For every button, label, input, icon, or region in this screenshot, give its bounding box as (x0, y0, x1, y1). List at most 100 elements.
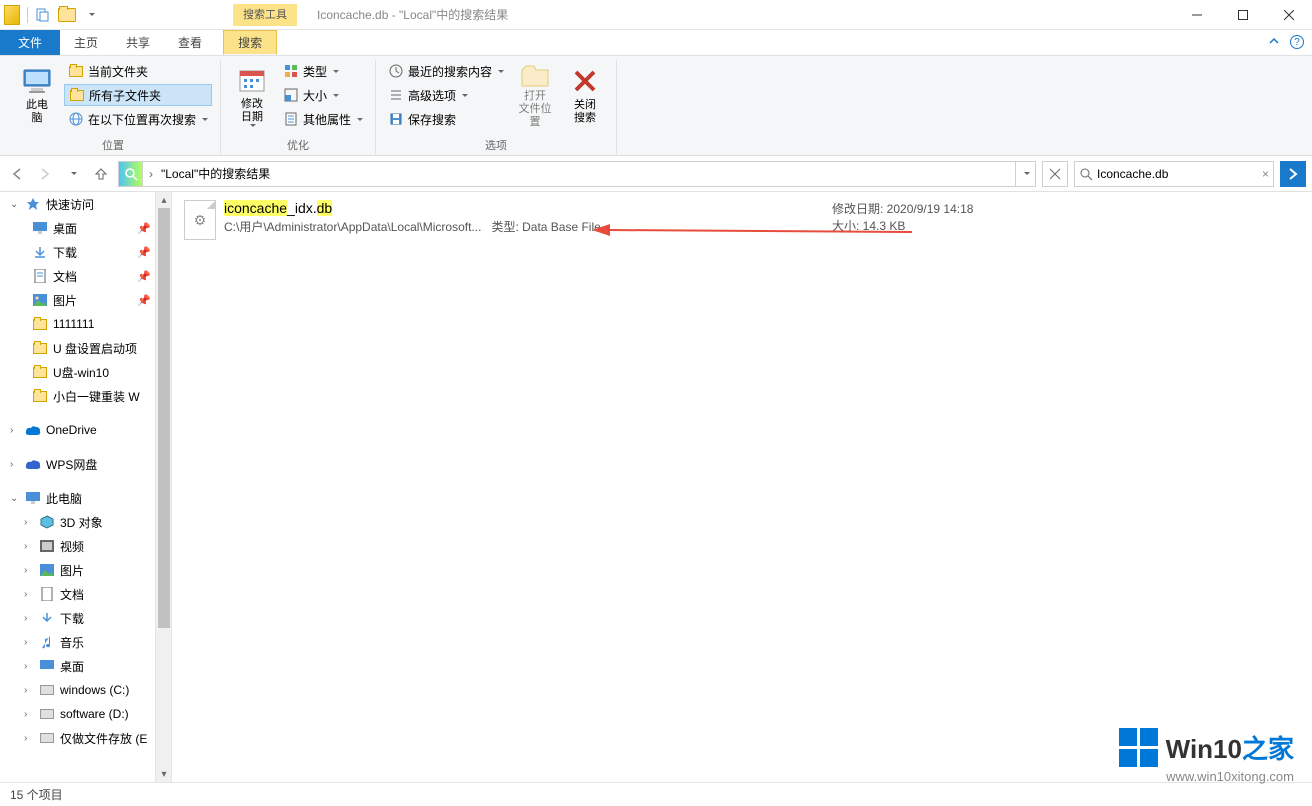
sidebar-desktop-2[interactable]: ›桌面 (0, 654, 171, 678)
sidebar-onedrive[interactable]: ›OneDrive (0, 418, 171, 442)
sidebar-folder-1[interactable]: 1111111 (0, 312, 171, 336)
sidebar-desktop[interactable]: 桌面📌 (0, 216, 171, 240)
globe-icon (68, 111, 84, 127)
search-go-button[interactable] (1280, 161, 1306, 187)
close-search-button[interactable]: 关闭 搜索 (562, 60, 608, 130)
save-icon (388, 111, 404, 127)
search-again-in-button[interactable]: 在以下位置再次搜索 (64, 108, 212, 130)
up-button[interactable] (90, 163, 112, 185)
minimize-button[interactable] (1174, 0, 1220, 30)
sidebar-downloads-2[interactable]: ›下载 (0, 606, 171, 630)
cube-icon (39, 514, 55, 530)
drive-icon (39, 706, 55, 722)
status-bar: 15 个项目 (0, 782, 1312, 806)
sidebar-documents-2[interactable]: ›文档 (0, 582, 171, 606)
scroll-down-icon[interactable]: ▾ (156, 766, 172, 782)
qat-customize-dropdown[interactable] (79, 3, 103, 27)
sidebar-documents[interactable]: 文档📌 (0, 264, 171, 288)
sidebar-drive-d[interactable]: ›software (D:) (0, 702, 171, 726)
folder-tree-icon (69, 87, 85, 103)
search-box[interactable]: × (1074, 161, 1274, 187)
help-icon[interactable]: ? (1290, 35, 1304, 49)
pin-icon: 📌 (137, 270, 151, 283)
type-button[interactable]: 类型 (279, 60, 367, 82)
qat-properties[interactable] (31, 3, 55, 27)
close-button[interactable] (1266, 0, 1312, 30)
sidebar-drive-c[interactable]: ›windows (C:) (0, 678, 171, 702)
all-subfolders-button[interactable]: 所有子文件夹 (64, 84, 212, 106)
music-icon (39, 634, 55, 650)
sidebar-folder-2[interactable]: U 盘设置启动项 (0, 336, 171, 360)
sidebar-videos[interactable]: ›视频 (0, 534, 171, 558)
sidebar-3d-objects[interactable]: ›3D 对象 (0, 510, 171, 534)
address-dropdown-button[interactable] (1015, 162, 1035, 186)
size-button[interactable]: 大小 (279, 84, 367, 106)
document-icon (39, 586, 55, 602)
address-bar[interactable]: › "Local"中的搜索结果 (118, 161, 1036, 187)
picture-icon (32, 292, 48, 308)
clock-icon (388, 63, 404, 79)
calendar-icon (236, 64, 268, 96)
properties-icon (283, 111, 299, 127)
advanced-options-button[interactable]: 高级选项 (384, 84, 508, 106)
sidebar-scrollbar[interactable]: ▴ ▾ (155, 192, 171, 782)
search-input[interactable] (1097, 167, 1258, 181)
other-props-button[interactable]: 其他属性 (279, 108, 367, 130)
stop-refresh-button[interactable] (1042, 161, 1068, 187)
status-item-count: 15 个项目 (10, 786, 63, 803)
clear-search-icon[interactable]: × (1262, 167, 1269, 181)
tab-view[interactable]: 查看 (164, 30, 216, 55)
maximize-button[interactable] (1220, 0, 1266, 30)
current-folder-button[interactable]: 当前文件夹 (64, 60, 212, 82)
sidebar-drive-e[interactable]: ›仅做文件存放 (E (0, 726, 171, 750)
list-icon (388, 87, 404, 103)
app-icon[interactable] (0, 3, 24, 27)
navigation-pane: ⌄快速访问 桌面📌 下载📌 文档📌 图片📌 1111111 U 盘设置启动项 U… (0, 192, 172, 782)
sidebar-music[interactable]: ›音乐 (0, 630, 171, 654)
back-button[interactable] (6, 163, 28, 185)
file-type-icon: ⚙ (184, 200, 216, 240)
modify-date-button[interactable]: 修改 日期 (229, 60, 275, 130)
sidebar-pictures-2[interactable]: ›图片 (0, 558, 171, 582)
tab-home[interactable]: 主页 (60, 30, 112, 55)
recent-searches-button[interactable]: 最近的搜索内容 (384, 60, 508, 82)
gear-icon: ⚙ (194, 212, 207, 229)
search-icon (1079, 167, 1093, 181)
title-bar: 搜索工具 Iconcache.db - "Local"中的搜索结果 (0, 0, 1312, 30)
results-pane: ⚙ iconcache_idx.db C:\用户\Administrator\A… (172, 192, 1312, 782)
computer-icon (21, 65, 53, 97)
scroll-up-icon[interactable]: ▴ (156, 192, 172, 208)
result-date: 2020/9/19 14:18 (887, 202, 974, 216)
sidebar-this-pc[interactable]: ⌄此电脑 (0, 486, 171, 510)
size-icon (283, 87, 299, 103)
video-icon (39, 538, 55, 554)
sidebar-pictures[interactable]: 图片📌 (0, 288, 171, 312)
qat-new-folder[interactable] (55, 3, 79, 27)
search-results-icon (119, 162, 143, 186)
save-search-button[interactable]: 保存搜索 (384, 108, 508, 130)
forward-button[interactable] (34, 163, 56, 185)
open-file-location-button[interactable]: 打开 文件位置 (512, 60, 558, 130)
sidebar-downloads[interactable]: 下载📌 (0, 240, 171, 264)
result-date-label: 修改日期: (832, 202, 887, 216)
sidebar-wps[interactable]: ›WPS网盘 (0, 452, 171, 476)
download-icon (39, 610, 55, 626)
computer-icon (25, 490, 41, 506)
tab-search[interactable]: 搜索 (223, 30, 277, 55)
sidebar-folder-3[interactable]: U盘-win10 (0, 360, 171, 384)
this-pc-button[interactable]: 此电 脑 (14, 60, 60, 130)
sidebar-folder-4[interactable]: 小白一键重装 W (0, 384, 171, 408)
address-path[interactable]: "Local"中的搜索结果 (159, 165, 272, 182)
scroll-thumb[interactable] (158, 208, 170, 628)
sidebar-quick-access[interactable]: ⌄快速访问 (0, 192, 171, 216)
folder-icon (68, 63, 84, 79)
drive-icon (39, 682, 55, 698)
tab-file[interactable]: 文件 (0, 30, 60, 55)
recent-locations-button[interactable] (62, 163, 84, 185)
desktop-icon (32, 220, 48, 236)
desktop-icon (39, 658, 55, 674)
breadcrumb-chevron-icon[interactable]: › (143, 167, 159, 181)
ribbon-collapse-icon[interactable] (1268, 35, 1280, 49)
tab-share[interactable]: 共享 (112, 30, 164, 55)
ribbon-group-options: 最近的搜索内容 高级选项 保存搜索 打开 文件位置 关闭 搜索 选项 (376, 60, 617, 155)
